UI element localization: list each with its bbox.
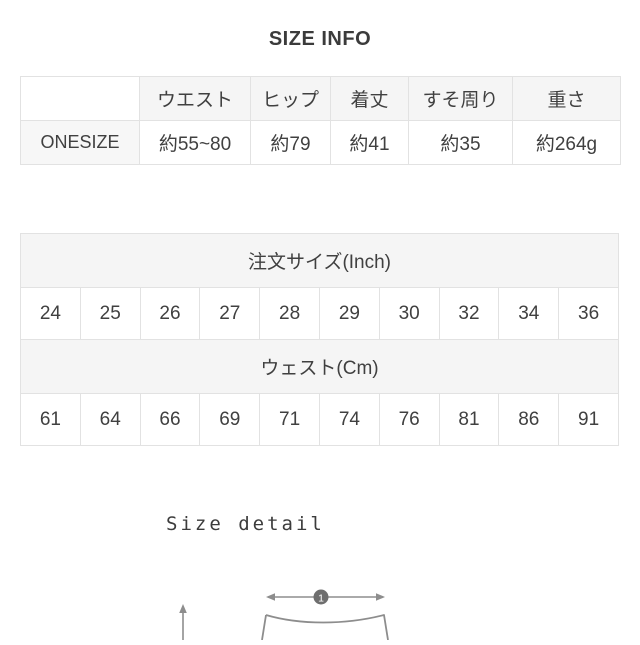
- order-size-conversion-table: 注文サイズ(Inch) 24 25 26 27 28 29 30 32 34 3…: [19, 233, 620, 446]
- size-info-table: ウエスト ヒップ 着丈 すそ周り 重さ ONESIZE 約55~80 約79 約…: [20, 76, 621, 165]
- conversion-values-row-cm: 61 64 66 69 71 74 76 81 86 91: [20, 393, 620, 446]
- conversion-inch-cell: 27: [199, 287, 261, 340]
- conversion-cm-cell: 71: [259, 393, 320, 446]
- conversion-inch-cell: 25: [79, 287, 141, 340]
- conversion-heading-inch: 注文サイズ(Inch): [19, 233, 620, 288]
- size-detail-diagram-svg: 1: [179, 589, 389, 641]
- size-info-header-waist: ウエスト: [139, 76, 251, 121]
- conversion-cm-cell: 86: [498, 393, 560, 446]
- size-info-header-hem: すそ周り: [408, 76, 513, 121]
- size-info-cell-length: 約41: [330, 120, 409, 165]
- table-row: ONESIZE 約55~80 約79 約41 約35 約264g: [20, 120, 621, 165]
- size-info-cell-hip: 約79: [250, 120, 331, 165]
- measurement-badge-1: 1: [313, 589, 329, 605]
- size-info-row-label: ONESIZE: [20, 120, 140, 165]
- up-arrow-icon: [179, 604, 187, 640]
- conversion-cm-cell: 61: [20, 393, 81, 446]
- conversion-cm-cell: 74: [318, 393, 380, 446]
- size-info-header-length: 着丈: [330, 76, 409, 121]
- measurement-badge-label: 1: [318, 592, 324, 604]
- conversion-values-row-inch: 24 25 26 27 28 29 30 32 34 36: [20, 287, 620, 340]
- conversion-inch-cell: 29: [318, 287, 380, 340]
- conversion-inch-cell: 28: [259, 287, 320, 340]
- conversion-cm-cell: 64: [79, 393, 141, 446]
- size-info-header-weight: 重さ: [512, 76, 621, 121]
- size-info-cell-weight: 約264g: [512, 120, 621, 165]
- size-info-cell-waist: 約55~80: [139, 120, 251, 165]
- size-info-header-blank: [20, 76, 140, 121]
- conversion-cm-cell: 91: [558, 393, 620, 446]
- size-info-cell-hem: 約35: [408, 120, 513, 165]
- conversion-cm-cell: 81: [438, 393, 500, 446]
- table-header-row: ウエスト ヒップ 着丈 すそ周り 重さ: [20, 76, 621, 121]
- conversion-inch-cell: 36: [558, 287, 620, 340]
- conversion-cm-cell: 76: [378, 393, 440, 446]
- conversion-inch-cell: 30: [378, 287, 440, 340]
- size-detail-diagram: 1: [0, 570, 640, 641]
- page-title: SIZE INFO: [268, 28, 372, 50]
- conversion-group-heading-row-inch: 注文サイズ(Inch): [19, 233, 620, 288]
- conversion-group-heading-row-cm: ウェスト(Cm): [19, 339, 620, 394]
- size-detail-title: Size detail: [166, 513, 325, 535]
- size-info-header-hip: ヒップ: [250, 76, 331, 121]
- conversion-heading-cm: ウェスト(Cm): [19, 339, 620, 394]
- conversion-inch-cell: 26: [139, 287, 201, 340]
- conversion-cm-cell: 66: [139, 393, 201, 446]
- conversion-inch-cell: 34: [498, 287, 560, 340]
- conversion-cm-cell: 69: [199, 393, 261, 446]
- skirt-outline-icon: [261, 614, 389, 641]
- conversion-inch-cell: 24: [20, 287, 81, 340]
- conversion-inch-cell: 32: [438, 287, 500, 340]
